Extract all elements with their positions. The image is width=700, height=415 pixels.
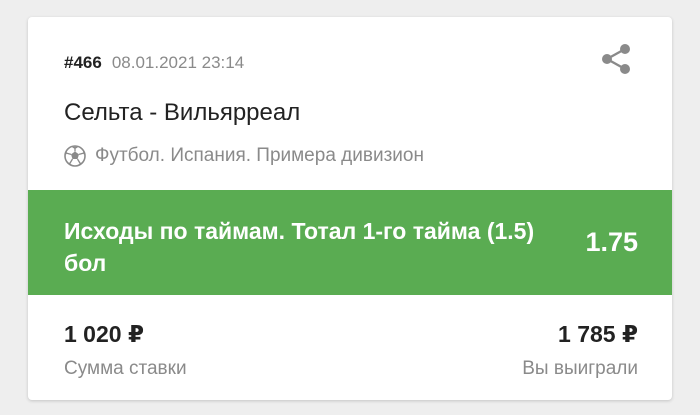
stake-amount: 1 020 ₽ bbox=[64, 321, 144, 347]
share-button[interactable] bbox=[596, 39, 636, 79]
match-title: Сельта - Вильярреал bbox=[64, 99, 301, 126]
bet-datetime: 08.01.2021 23:14 bbox=[111, 53, 245, 72]
league-label: Футбол. Испания. Примера дивизион bbox=[95, 145, 424, 166]
soccer-ball-icon bbox=[64, 145, 86, 167]
outcome-banner: Исходы по таймам. Тотал 1-го тайма (1.5)… bbox=[28, 190, 672, 295]
stake-label: Сумма ставки bbox=[64, 358, 187, 379]
league-line: Футбол. Испания. Примера дивизион bbox=[64, 145, 424, 167]
outcome-label: Исходы по таймам. Тотал 1-го тайма (1.5)… bbox=[64, 218, 535, 276]
odds-value: 1.75 bbox=[585, 227, 638, 257]
win-amount: 1 785 ₽ bbox=[558, 321, 638, 347]
bet-id: #466 bbox=[64, 53, 102, 72]
bet-meta: #466 08.01.2021 23:14 bbox=[64, 53, 244, 73]
win-label: Вы выиграли bbox=[522, 358, 638, 379]
bet-card: #466 08.01.2021 23:14 Сельта - Вильярреа… bbox=[28, 17, 672, 400]
share-icon bbox=[602, 44, 630, 74]
